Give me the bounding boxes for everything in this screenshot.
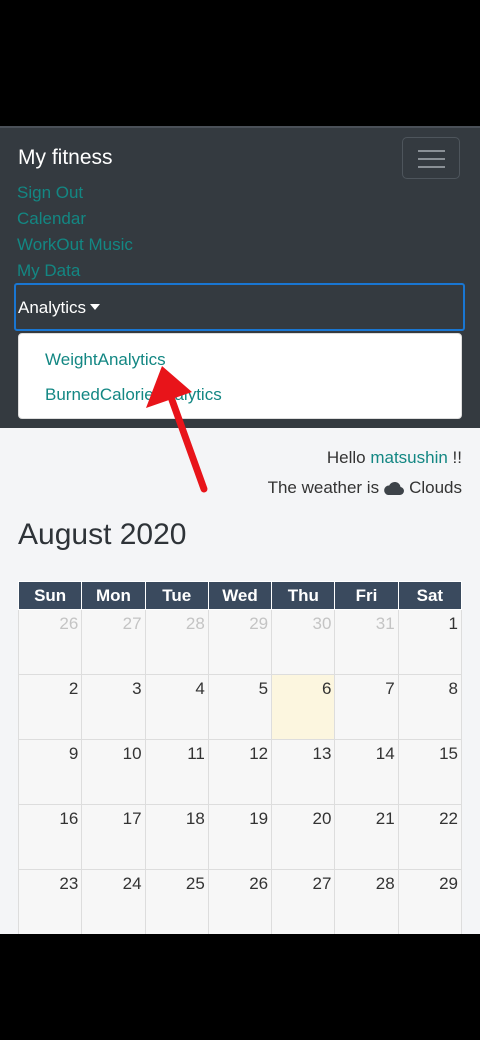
weekday-header: Tue <box>144 581 209 610</box>
calendar-day-cell[interactable]: 29 <box>207 609 273 675</box>
weekday-header: Fri <box>334 581 399 610</box>
navbar: My fitness Sign Out Calendar WorkOut Mus… <box>0 126 480 428</box>
dropdown-item-burned-calorie-analytics[interactable]: BurnedCalorieAnalytics <box>45 385 222 405</box>
navbar-toggler-button[interactable] <box>402 137 460 179</box>
calendar-day-cell[interactable]: 27 <box>271 869 336 934</box>
calendar-day-cell[interactable]: 20 <box>271 804 336 870</box>
calendar-week-row: 9 10 11 12 13 14 15 <box>17 739 463 805</box>
analytics-dropdown-menu: WeightAnalytics BurnedCalorieAnalytics <box>18 333 462 419</box>
dropdown-item-weight-analytics[interactable]: WeightAnalytics <box>45 350 166 370</box>
calendar-day-cell[interactable]: 23 <box>17 869 83 934</box>
calendar-day-cell[interactable]: 6 <box>271 674 336 740</box>
greeting-suffix: !! <box>452 448 462 467</box>
calendar-day-cell[interactable]: 3 <box>81 674 146 740</box>
calendar-day-cell[interactable]: 28 <box>334 869 399 934</box>
calendar-day-cell[interactable]: 26 <box>17 609 83 675</box>
calendar-week-row: 26 27 28 29 30 31 1 <box>17 609 463 675</box>
weekday-header: Wed <box>207 581 273 610</box>
calendar-day-cell[interactable]: 24 <box>81 869 146 934</box>
hamburger-icon-line <box>418 166 445 168</box>
calendar-day-cell[interactable]: 29 <box>397 869 463 934</box>
calendar-day-cell[interactable]: 31 <box>334 609 399 675</box>
calendar-day-cell[interactable]: 14 <box>334 739 399 805</box>
calendar-month-title: August 2020 <box>18 518 187 551</box>
weather-prefix: The weather is <box>267 478 380 497</box>
calendar-day-cell[interactable]: 9 <box>17 739 83 805</box>
calendar-day-cell[interactable]: 17 <box>81 804 146 870</box>
weather-condition: Clouds <box>409 478 462 497</box>
calendar-week-row: 23 24 25 26 27 28 29 <box>17 869 463 934</box>
calendar-day-cell[interactable]: 25 <box>144 869 209 934</box>
calendar-week-row: 16 17 18 19 20 21 22 <box>17 804 463 870</box>
cloud-icon <box>384 481 405 495</box>
calendar-day-cell[interactable]: 16 <box>17 804 83 870</box>
weekday-header: Mon <box>81 581 146 610</box>
nav-link-sign-out[interactable]: Sign Out <box>17 183 83 203</box>
hamburger-icon <box>418 150 445 152</box>
calendar-week-row: 2345678 <box>17 674 463 740</box>
calendar-day-cell[interactable]: 18 <box>144 804 209 870</box>
app-screen: My fitness Sign Out Calendar WorkOut Mus… <box>0 126 480 934</box>
calendar-day-cell[interactable]: 21 <box>334 804 399 870</box>
analytics-dropdown-label: Analytics <box>18 298 87 317</box>
calendar-day-cell[interactable]: 1 <box>397 609 463 675</box>
hamburger-icon-line <box>418 158 445 160</box>
greeting-hello: Hello <box>326 448 366 467</box>
calendar-day-cell[interactable]: 19 <box>207 804 273 870</box>
weekday-header: Sat <box>397 581 463 610</box>
greeting: Hello matsushin !! <box>327 448 462 468</box>
analytics-dropdown-toggle[interactable]: Analytics <box>14 283 465 331</box>
nav-link-my-data[interactable]: My Data <box>17 261 80 281</box>
calendar-day-cell[interactable]: 15 <box>397 739 463 805</box>
calendar-day-cell[interactable]: 26 <box>207 869 273 934</box>
brand-title[interactable]: My fitness <box>18 146 113 170</box>
nav-link-workout-music[interactable]: WorkOut Music <box>17 235 133 255</box>
calendar-day-cell[interactable]: 12 <box>207 739 273 805</box>
calendar-day-cell[interactable]: 30 <box>271 609 336 675</box>
calendar-day-cell[interactable]: 5 <box>207 674 273 740</box>
calendar-grid: Sun Mon Tue Wed Thu Fri Sat 26 27 28 29 30 31 1 2 3 4 5 6… <box>17 581 463 934</box>
calendar-day-cell[interactable]: 27 <box>81 609 146 675</box>
weather-info: The weather is Clouds <box>268 478 462 498</box>
weekday-header: Sun <box>17 581 83 610</box>
nav-link-calendar[interactable]: Calendar <box>17 209 86 229</box>
caret-down-icon <box>90 303 101 310</box>
calendar-day-cell[interactable]: 13 <box>271 739 336 805</box>
calendar-day-cell[interactable]: 11 <box>144 739 209 805</box>
calendar-day-cell[interactable]: 7 <box>334 674 399 740</box>
calendar-day-cell[interactable]: 4 <box>144 674 209 740</box>
weekday-header: Thu <box>271 581 336 610</box>
username-link[interactable]: matsushin <box>370 448 447 467</box>
calendar-day-cell[interactable]: 10 <box>81 739 146 805</box>
calendar-day-cell[interactable]: 28 <box>144 609 209 675</box>
calendar-day-cell[interactable]: 8 <box>397 674 463 740</box>
calendar-day-cell[interactable]: 22 <box>397 804 463 870</box>
calendar-day-cell[interactable]: 2 <box>17 674 83 740</box>
